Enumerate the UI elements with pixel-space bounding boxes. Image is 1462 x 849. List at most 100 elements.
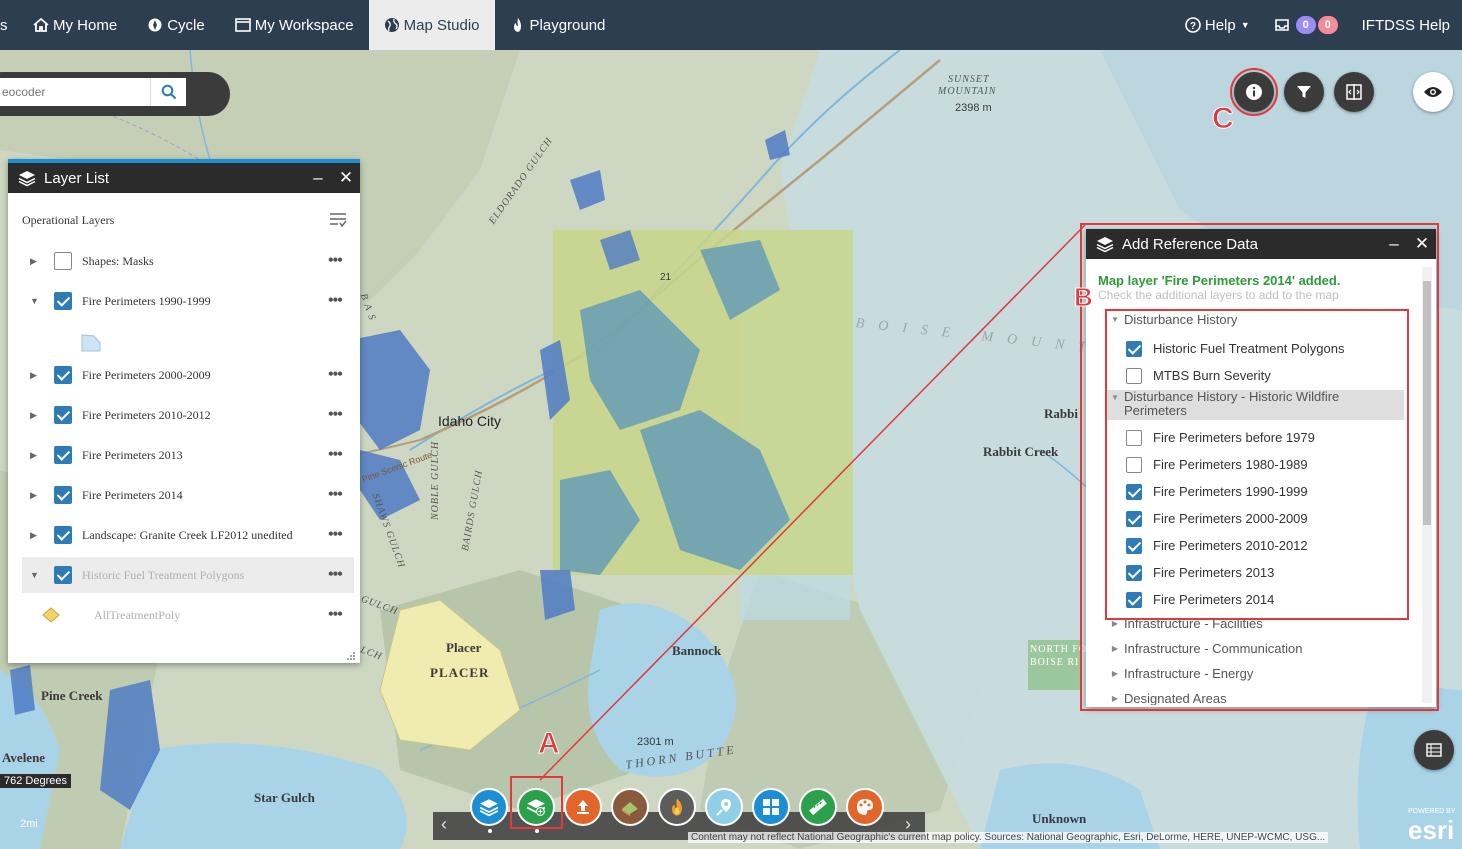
expand-arrow-icon[interactable]: ▶	[30, 410, 37, 421]
layer-row-fire-1990[interactable]: ▼ Fire Perimeters 1990-1999 •••	[8, 283, 360, 319]
resize-handle-icon[interactable]	[346, 651, 356, 661]
map-label-idaho-city: Idaho City	[438, 413, 502, 429]
map-label-thorn-elevation: 2301 m	[637, 736, 674, 748]
layer-label: Fire Perimeters 2010-2012	[82, 407, 211, 422]
swipe-button[interactable]	[1334, 72, 1374, 112]
callout-a-box	[510, 776, 563, 829]
map-label-pine-creek: Pine Creek	[41, 688, 103, 703]
visibility-button[interactable]	[1413, 72, 1453, 112]
layer-label: Shapes: Masks	[82, 253, 154, 268]
attribute-table-button[interactable]	[1414, 730, 1454, 770]
map-label-rabbit-truncated: Rabbi	[1044, 406, 1078, 421]
layer-visibility-checkbox[interactable]	[54, 252, 72, 270]
measure-tool-button[interactable]	[799, 788, 837, 826]
layer-more-menu[interactable]: •••	[328, 486, 343, 504]
layer-visibility-checkbox[interactable]	[54, 366, 72, 384]
expand-arrow-icon[interactable]: ▶	[30, 490, 37, 501]
inbox-icon	[1274, 19, 1289, 31]
layer-visibility-checkbox[interactable]	[54, 526, 72, 544]
map-label-north-fork-1: NORTH FO	[1030, 644, 1088, 655]
layer-more-menu[interactable]: •••	[328, 526, 343, 544]
toolbar-page-dot-2[interactable]	[535, 829, 539, 833]
nav-playground[interactable]: Playground	[495, 0, 621, 50]
landscape-icon	[622, 802, 638, 816]
map-label-noble-gulch: NOBLE GULCH	[430, 440, 441, 520]
callout-c-ring	[1230, 68, 1278, 116]
geocoder-search-button[interactable]	[150, 78, 186, 106]
nav-user-menu[interactable]: IFTDSS Help	[1350, 0, 1462, 50]
layer-row-shapes-masks[interactable]: ▶ Shapes: Masks •••	[8, 243, 360, 279]
layer-more-menu[interactable]: •••	[328, 566, 343, 584]
grid-tool-button[interactable]	[752, 788, 790, 826]
layer-row-landscape[interactable]: ▶ Landscape: Granite Creek LF2012 unedit…	[8, 517, 360, 553]
layer-more-menu[interactable]: •••	[328, 252, 343, 270]
ruler-icon	[809, 798, 827, 816]
callout-b-inner-box	[1105, 309, 1409, 620]
nav-map-studio[interactable]: Map Studio	[368, 0, 495, 50]
layer-row-fire-2013[interactable]: ▶ Fire Perimeters 2013 •••	[8, 437, 360, 473]
callout-a-label: A	[538, 727, 561, 761]
globe-icon	[384, 18, 399, 32]
layer-more-menu[interactable]: •••	[328, 292, 343, 310]
map-label-bannock: Bannock	[672, 643, 722, 658]
map-label-placer-caps: PLACER	[430, 665, 490, 680]
nav-notifications[interactable]: 0 0	[1262, 0, 1350, 50]
symbology-tool-button[interactable]	[846, 788, 884, 826]
layer-list-header: Layer List – ✕	[8, 163, 360, 193]
sublayer-row-alltreatmentpoly[interactable]: AllTreatmentPoly •••	[8, 597, 360, 633]
layer-options-icon[interactable]	[328, 209, 348, 229]
diamond-legend-icon	[42, 607, 60, 623]
landscape-tool-button[interactable]	[611, 788, 649, 826]
expand-arrow-icon[interactable]: ▶	[30, 530, 37, 541]
search-icon	[161, 84, 176, 100]
layer-visibility-checkbox[interactable]	[54, 566, 72, 584]
nav-truncated-item[interactable]: s	[0, 0, 18, 50]
layer-list-body: Operational Layers ▶ Shapes: Masks ••• ▼…	[8, 193, 360, 663]
map-label-star-gulch: Star Gulch	[254, 790, 315, 805]
layer-visibility-checkbox[interactable]	[54, 446, 72, 464]
location-tool-button[interactable]	[705, 788, 743, 826]
close-icon[interactable]: ✕	[336, 168, 356, 188]
nav-help-menu[interactable]: ? Help ▼	[1173, 0, 1262, 50]
expand-arrow-icon[interactable]: ▶	[30, 450, 37, 461]
map-label-sunset: SUNSET	[948, 74, 990, 85]
coordinate-readout: 762 Degrees	[0, 774, 71, 788]
map-label-placer: Placer	[446, 640, 482, 655]
nav-cycle[interactable]: Cycle	[132, 0, 220, 50]
svg-text:?: ?	[1190, 21, 1196, 32]
fire-tool-button[interactable]	[658, 788, 696, 826]
layer-more-menu[interactable]: •••	[328, 606, 343, 624]
upload-tool-button[interactable]	[564, 788, 602, 826]
layer-row-fire-2000[interactable]: ▶ Fire Perimeters 2000-2009 •••	[8, 357, 360, 393]
nav-my-home[interactable]: My Home	[18, 0, 132, 50]
layer-more-menu[interactable]: •••	[328, 406, 343, 424]
layer-visibility-checkbox[interactable]	[54, 486, 72, 504]
collapse-arrow-icon[interactable]: ▼	[30, 296, 39, 306]
nav-my-workspace[interactable]: My Workspace	[220, 0, 369, 50]
question-icon: ?	[1185, 17, 1201, 33]
layer-visibility-checkbox[interactable]	[54, 406, 72, 424]
layer-label: Fire Perimeters 2000-2009	[82, 367, 211, 382]
toolbar-page-dot-1[interactable]	[488, 829, 492, 833]
layer-visibility-checkbox[interactable]	[54, 292, 72, 310]
top-navigation-bar: s My Home Cycle My Workspace Map Studio …	[0, 0, 1462, 50]
layer-row-fire-2010[interactable]: ▶ Fire Perimeters 2010-2012 •••	[8, 397, 360, 433]
layer-list-panel: Layer List – ✕ Operational Layers ▶ Shap…	[8, 159, 360, 663]
layer-list-tool-button[interactable]	[470, 788, 508, 826]
operational-layers-heading: Operational Layers	[22, 213, 115, 227]
expand-arrow-icon[interactable]: ▶	[30, 256, 37, 267]
layer-row-historic-fuel[interactable]: ▼ Historic Fuel Treatment Polygons •••	[22, 557, 354, 593]
map-scale-distance: 2mi	[20, 818, 38, 830]
layer-more-menu[interactable]: •••	[328, 366, 343, 384]
filter-button[interactable]	[1284, 72, 1324, 112]
minimize-icon[interactable]: –	[308, 168, 328, 188]
geocoder-search-input[interactable]	[0, 78, 150, 106]
expand-arrow-icon[interactable]: ▶	[30, 370, 37, 381]
swipe-icon	[1346, 84, 1362, 100]
collapse-arrow-icon[interactable]: ▼	[30, 570, 39, 580]
map-label-unknown: Unknown	[1032, 811, 1087, 826]
toolbar-prev-arrow[interactable]: ‹	[441, 814, 447, 835]
layer-row-fire-2014[interactable]: ▶ Fire Perimeters 2014 •••	[8, 477, 360, 513]
layer-more-menu[interactable]: •••	[328, 446, 343, 464]
esri-powered-by: POWERED BY	[1408, 808, 1456, 815]
